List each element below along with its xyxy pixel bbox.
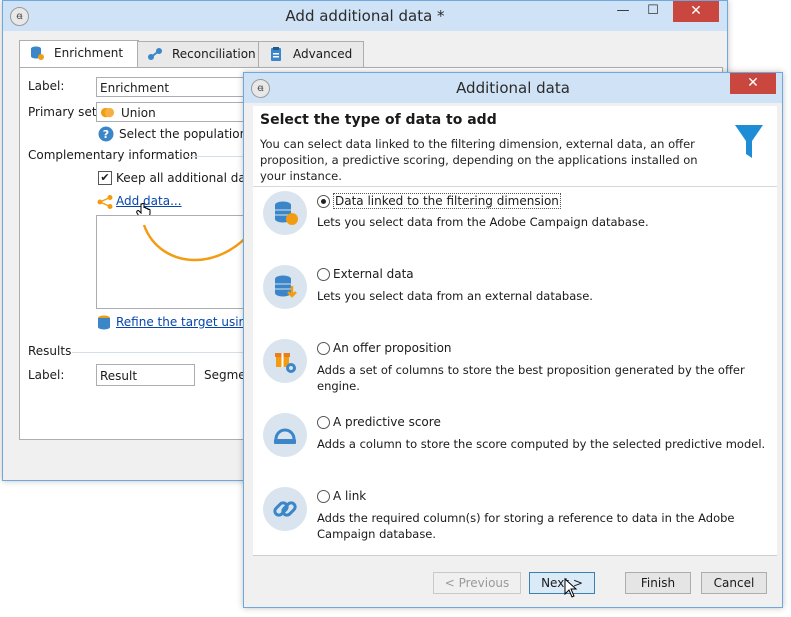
option-link-description: Adds the required column(s) for storing … (317, 511, 735, 541)
footer-divider (253, 555, 777, 556)
next-button[interactable]: Next > (529, 572, 595, 594)
main-title-bar: ꬰ Add additional data * — ☐ ✕ (3, 1, 727, 31)
results-divider (72, 352, 256, 353)
svg-text:?: ? (103, 128, 109, 141)
funnel-icon (735, 125, 763, 158)
clipboard-icon (271, 47, 281, 61)
data-type-options: Data linked to the filtering dimension L… (253, 187, 777, 555)
primary-set-caption: Primary set: (28, 105, 101, 119)
tab-enrichment-label: Enrichment (54, 46, 124, 60)
keep-all-checkbox[interactable]: ✔ (98, 171, 112, 185)
option-predictive-score-label[interactable]: A predictive score (333, 415, 441, 429)
label-field[interactable]: Enrichment (96, 77, 256, 97)
reconciliation-icon (148, 48, 162, 60)
tab-advanced-label: Advanced (293, 47, 353, 61)
help-icon[interactable]: ? (98, 126, 114, 142)
option-predictive-score-description: Adds a column to store the score compute… (317, 437, 766, 451)
enrichment-icon (31, 46, 44, 60)
cancel-button[interactable]: Cancel (701, 572, 767, 594)
results-label-caption: Label: (28, 368, 65, 382)
option-external-data-radio[interactable] (317, 268, 330, 281)
union-icon (100, 107, 115, 118)
tab-advanced[interactable]: Advanced (258, 41, 364, 67)
option-offer-proposition-label[interactable]: An offer proposition (333, 341, 452, 355)
database-filter-icon (98, 315, 110, 330)
close-button[interactable]: ✕ (673, 1, 719, 22)
arrow-cursor-icon (564, 578, 578, 598)
dialog-title: Additional data (456, 79, 570, 97)
maximize-button[interactable]: ☐ (639, 1, 667, 22)
option-filtering-dimension-description: Lets you select data from the Adobe Camp… (317, 215, 649, 229)
tab-reconciliation[interactable]: Reconciliation (137, 41, 260, 67)
tab-reconciliation-label: Reconciliation (172, 47, 256, 61)
option-filtering-dimension-label[interactable]: Data linked to the filtering dimension (333, 193, 561, 209)
results-title: Results (28, 344, 72, 358)
option-external-data-description: Lets you select data from an external da… (317, 289, 593, 303)
dialog-title-bar: ꬰ Additional data ✕ (244, 73, 782, 103)
dialog-header: Select the type of data to add You can s… (253, 106, 777, 187)
predictive-score-icon (263, 413, 307, 457)
results-label-field[interactable]: Result (96, 364, 195, 386)
link-chain-icon (263, 487, 307, 531)
additional-data-dialog: ꬰ Additional data ✕ Select the type of d… (243, 72, 783, 608)
finish-button[interactable]: Finish (625, 572, 691, 594)
previous-button[interactable]: < Previous (433, 572, 521, 594)
option-predictive-score-radio[interactable] (317, 416, 330, 429)
primary-set-field[interactable]: Union (96, 102, 256, 122)
option-offer-proposition-radio[interactable] (317, 342, 330, 355)
primary-set-value: Union (121, 106, 156, 120)
option-link-label[interactable]: A link (333, 489, 366, 503)
option-filtering-dimension-radio[interactable] (317, 195, 330, 208)
share-nodes-icon (97, 195, 113, 209)
option-external-data-label[interactable]: External data (333, 267, 414, 281)
minimize-button[interactable]: — (609, 1, 637, 22)
header-title: Select the type of data to add (260, 112, 497, 128)
option-offer-proposition-description: Adds a set of columns to store the best … (317, 363, 745, 393)
complementary-title: Complementary information (28, 148, 198, 162)
option-link-radio[interactable] (317, 490, 330, 503)
offer-gear-icon (263, 339, 307, 383)
database-link-icon (263, 191, 307, 235)
header-description: You can select data linked to the filter… (260, 137, 698, 183)
tab-enrichment[interactable]: Enrichment (19, 40, 139, 68)
dialog-close-button[interactable]: ✕ (730, 73, 776, 94)
external-database-icon (263, 265, 307, 309)
label-caption: Label: (28, 79, 65, 93)
